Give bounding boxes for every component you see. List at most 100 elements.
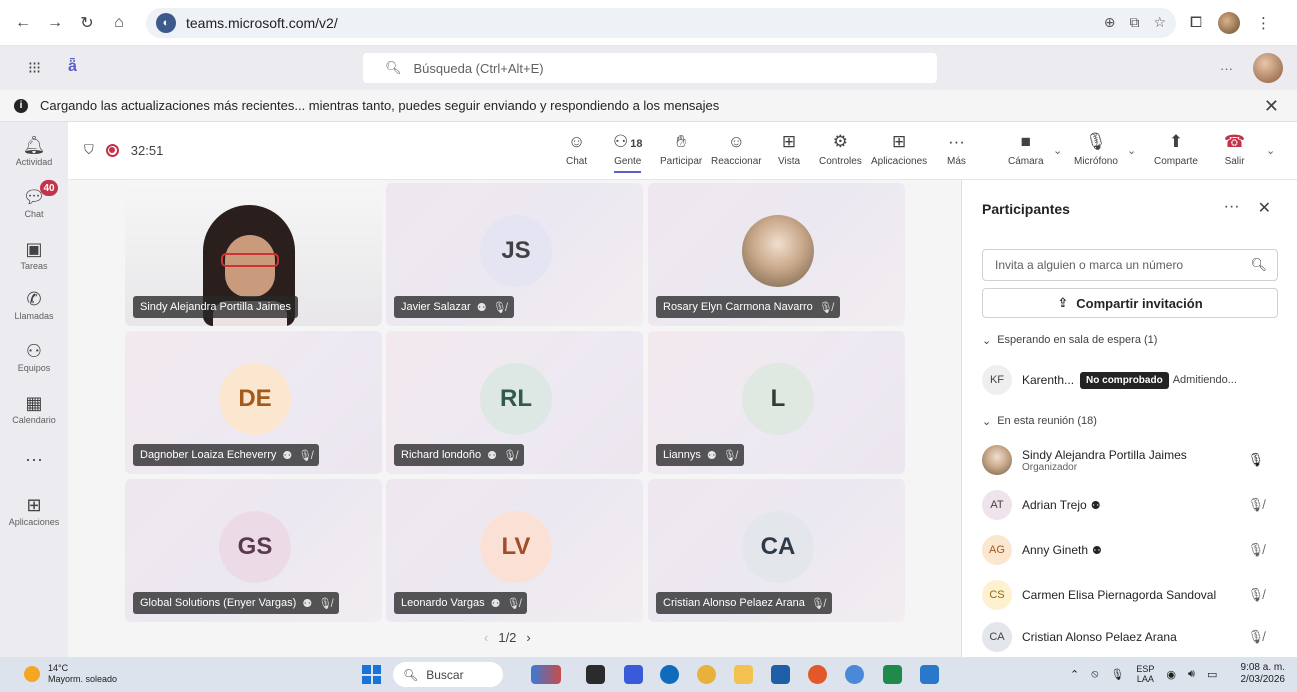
install-app-icon[interactable]: ⧉: [1129, 14, 1139, 31]
address-bar[interactable]: ◐ teams.microsoft.com/v2/ ⊕ ⧉ ☆: [146, 7, 1176, 38]
language-indicator[interactable]: ESP LAA: [1136, 664, 1154, 684]
video-tile[interactable]: Sindy Alejandra Portilla Jaimes: [125, 183, 382, 326]
tool-label: Controles: [819, 156, 862, 167]
video-tile[interactable]: LV Leonardo Vargas ⚉ 🎙︎̸: [386, 479, 643, 622]
participant-row[interactable]: AG Anny Gineth ⚉ 🎙︎̸: [982, 532, 1278, 568]
mic-button[interactable]: 🎙︎ Micrófono: [1074, 130, 1118, 167]
battery-icon[interactable]: ▭: [1207, 668, 1217, 681]
shield-icon[interactable]: ⛉: [84, 142, 94, 158]
camera-options-chevron-icon[interactable]: ⌄: [1053, 144, 1062, 157]
camera-button[interactable]: ■ Cámara: [1008, 130, 1044, 167]
video-tile[interactable]: JS Javier Salazar ⚉ 🎙︎̸: [386, 183, 643, 326]
taskbar-search[interactable]: 🔍︎ Buscar: [393, 662, 503, 687]
view-button[interactable]: ⊞ Vista: [778, 130, 800, 167]
clock[interactable]: 9:08 a. m. 2/03/2026: [1241, 662, 1286, 686]
react-button[interactable]: ☺ Reaccionar: [711, 130, 762, 167]
waiting-participant-row[interactable]: KF Karenth... No comprobado Admitiendo..…: [982, 362, 1278, 398]
network-off-icon[interactable]: ⦸: [1091, 668, 1098, 681]
chrome-icon[interactable]: [697, 665, 716, 684]
windows-start-icon[interactable]: [362, 665, 381, 684]
browser-toolbar: ← → ↻ ⌂ ◐ teams.microsoft.com/v2/ ⊕ ⧉ ☆ …: [0, 0, 1297, 46]
app-icon-2[interactable]: [920, 665, 939, 684]
share-screen-icon: ⬆: [1168, 132, 1184, 151]
weather-widget[interactable]: 14°C Mayorm. soleado: [24, 663, 117, 685]
reload-icon[interactable]: ↻: [76, 12, 98, 34]
chat-button[interactable]: ☺︎ Chat: [566, 130, 587, 167]
participant-role: Organizador: [1022, 461, 1078, 473]
chevron-left-icon[interactable]: ‹: [484, 630, 488, 645]
task-view-icon[interactable]: [586, 665, 605, 684]
file-explorer-icon[interactable]: [734, 665, 753, 684]
share-invite-button[interactable]: ⇪ Compartir invitación: [982, 288, 1278, 318]
user-avatar[interactable]: [1253, 53, 1283, 83]
grid-view-icon: ⊞: [781, 132, 797, 151]
video-tile[interactable]: GS Global Solutions (Enyer Vargas) ⚉ 🎙︎̸: [125, 479, 382, 622]
rail-label: Actividad: [15, 157, 53, 167]
invite-input[interactable]: Invita a alguien o marca un número 🔍︎: [982, 249, 1278, 281]
leave-options-chevron-icon[interactable]: ⌄: [1266, 144, 1275, 157]
forward-icon[interactable]: →: [44, 12, 66, 34]
zoom-icon[interactable]: ⊕: [1104, 14, 1116, 31]
more-options-icon[interactable]: ···: [1220, 61, 1233, 76]
waiting-section-header[interactable]: ⌄ Esperando en sala de espera (1): [982, 334, 1157, 347]
in-meeting-section-header[interactable]: ⌄ En esta reunión (18): [982, 415, 1097, 428]
people-button[interactable]: ⚇ 18 Gente: [613, 130, 643, 173]
rail-item-activity[interactable]: 🔔︎ Actividad: [0, 134, 68, 167]
video-tile[interactable]: DE Dagnober Loaiza Echeverry ⚉ 🎙︎̸: [125, 331, 382, 474]
app-launcher-icon[interactable]: ⁝⁝⁝: [0, 58, 68, 78]
close-icon[interactable]: ✕: [1264, 96, 1279, 117]
avatar: L: [742, 363, 814, 435]
browser-profile-avatar[interactable]: [1218, 11, 1241, 34]
app-icon[interactable]: [624, 665, 643, 684]
back-icon[interactable]: ←: [12, 12, 34, 34]
video-tile[interactable]: Rosary Elyn Carmona Navarro 🎙︎̸: [648, 183, 905, 326]
browser-menu-icon[interactable]: ⋮: [1256, 14, 1271, 32]
site-info-icon[interactable]: ◐: [156, 12, 176, 33]
rail-item-calendar[interactable]: ▦ Calendario: [0, 392, 68, 425]
edge-icon[interactable]: [660, 665, 679, 684]
rail-item-teams[interactable]: ⚇ Equipos: [0, 340, 68, 373]
leave-button[interactable]: ☎ Salir: [1224, 130, 1245, 167]
apps-button[interactable]: ⊞ Aplicaciones: [871, 130, 927, 167]
search-input[interactable]: 🔍︎ Búsqueda (Ctrl+Alt+E): [363, 53, 937, 83]
widgets-icon[interactable]: [531, 665, 561, 684]
tile-name: Global Solutions (Enyer Vargas): [140, 597, 297, 609]
bookmark-star-icon[interactable]: ☆: [1153, 14, 1166, 31]
video-tile[interactable]: RL Richard londoño ⚉ 🎙︎̸: [386, 331, 643, 474]
excel-icon[interactable]: [883, 665, 902, 684]
store-icon[interactable]: [771, 665, 790, 684]
home-icon[interactable]: ⌂: [108, 12, 130, 34]
rail-item-apps[interactable]: ⊞ Aplicaciones: [0, 494, 68, 527]
tool-label: Chat: [566, 156, 588, 167]
rail-item-tasks[interactable]: ▣ Tareas: [0, 238, 68, 271]
participant-row[interactable]: Sindy Alejandra Portilla Jaimes Organiza…: [982, 442, 1278, 478]
chevron-up-icon[interactable]: ⌃: [1070, 668, 1079, 681]
close-icon[interactable]: ✕: [1258, 198, 1271, 218]
participant-row[interactable]: CS Carmen Elisa Piernagorda Sandoval 🎙︎̸: [982, 577, 1278, 613]
mic-options-chevron-icon[interactable]: ⌄: [1127, 144, 1136, 157]
extensions-icon[interactable]: ⧠: [1190, 14, 1202, 31]
participant-row[interactable]: CA Cristian Alonso Pelaez Arana 🎙︎̸: [982, 619, 1278, 655]
chevron-right-icon[interactable]: ›: [526, 630, 530, 645]
wifi-icon[interactable]: ◉: [1166, 668, 1176, 681]
video-tile[interactable]: CA Cristian Alonso Pelaez Arana 🎙︎̸: [648, 479, 905, 622]
chrome-profile-icon[interactable]: [845, 665, 864, 684]
video-tile[interactable]: L Liannys ⚉ 🎙︎̸: [648, 331, 905, 474]
rail-item-chat[interactable]: 💬︎ 40 Chat: [0, 180, 68, 219]
panel-more-icon[interactable]: ···: [1224, 198, 1240, 218]
raise-hand-button[interactable]: ✋︎ Participar: [660, 130, 702, 167]
firefox-icon[interactable]: [808, 665, 827, 684]
rail-item-calls[interactable]: ✆ Llamadas: [0, 288, 68, 321]
share-button[interactable]: ⬆ Comparte: [1154, 130, 1198, 167]
windows-taskbar: 14°C Mayorm. soleado 🔍︎ Buscar ⌃ ⦸ 🎙︎ ES…: [0, 657, 1297, 692]
volume-icon[interactable]: 🔊︎: [1188, 668, 1195, 681]
rail-item-more[interactable]: ···: [0, 448, 68, 470]
tile-name: Richard londoño: [401, 449, 482, 461]
more-actions-button[interactable]: ··· Más: [947, 130, 966, 167]
tile-name: Rosary Elyn Carmona Navarro: [663, 301, 813, 313]
controls-button[interactable]: ⚙ Controles: [819, 130, 862, 167]
tasks-icon: ▣: [25, 239, 43, 259]
rail-label: Chat: [24, 209, 44, 219]
mic-tray-icon[interactable]: 🎙︎: [1110, 668, 1124, 681]
participant-row[interactable]: AT Adrian Trejo ⚉ 🎙︎̸: [982, 487, 1278, 523]
